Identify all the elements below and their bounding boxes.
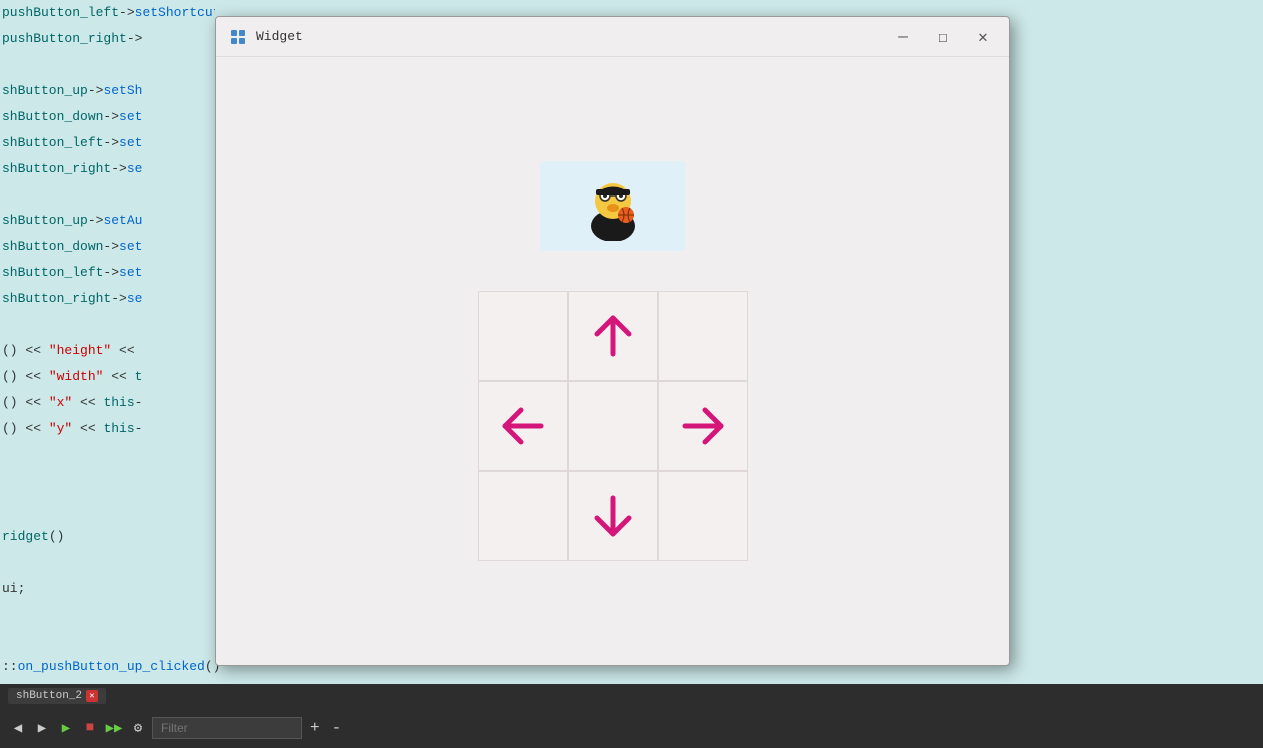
code-line-2: pushButton_right-> [0, 26, 215, 52]
direction-down-button[interactable] [568, 471, 658, 561]
run-button[interactable]: ▶ [56, 718, 76, 738]
widget-titlebar: Widget — ☐ ✕ [216, 17, 1009, 57]
tab-close-button[interactable]: ✕ [86, 690, 98, 702]
code-line-1: pushButton_left->setShortcut(QKeySequenc… [0, 0, 215, 26]
forward-button[interactable]: ▶ [32, 718, 52, 738]
code-line-14: () << "height" << [0, 338, 215, 364]
widget-app-icon [228, 27, 248, 47]
tab-bar: shButton_2 ✕ [0, 684, 1263, 708]
back-button[interactable]: ◀ [8, 718, 28, 738]
direction-center [568, 381, 658, 471]
direction-right-button[interactable] [658, 381, 748, 471]
filter-input[interactable] [152, 717, 302, 739]
direction-left-button[interactable] [478, 381, 568, 471]
code-line-b4 [0, 602, 215, 628]
code-line-13 [0, 312, 215, 338]
direction-empty-top-right [658, 291, 748, 381]
code-line-b5 [0, 628, 215, 654]
code-line-b1: ridget() [0, 524, 215, 550]
code-line-15: () << "width" << t [0, 364, 215, 390]
stop-button[interactable]: ■ [80, 718, 100, 738]
direction-empty-top-left [478, 291, 568, 381]
tab-label: shButton_2 [16, 690, 82, 702]
direction-empty-bottom-left [478, 471, 568, 561]
direction-up-button[interactable] [568, 291, 658, 381]
code-line-12: shButton_right->se [0, 286, 215, 312]
code-lines-bottom: ridget() ui; ::on_pushButton_up_clicked(… [0, 524, 215, 680]
window-controls: — ☐ ✕ [889, 23, 997, 51]
duck-avatar [578, 171, 648, 241]
widget-icon-svg [230, 29, 246, 45]
widget-content [216, 57, 1009, 665]
down-arrow-icon [587, 490, 639, 542]
maximize-button[interactable]: ☐ [929, 23, 957, 51]
code-line-b3: ui; [0, 576, 215, 602]
settings-button[interactable]: ⚙ [128, 718, 148, 738]
tab-item[interactable]: shButton_2 ✕ [8, 688, 106, 704]
code-line-9: shButton_up->setAu [0, 208, 215, 234]
avatar-container [540, 161, 685, 251]
build-button[interactable]: ▶▶ [104, 718, 124, 738]
code-line-b6: ::on_pushButton_up_clicked() [0, 654, 215, 680]
code-line-10: shButton_down->set [0, 234, 215, 260]
close-button[interactable]: ✕ [969, 23, 997, 51]
code-line-16: () << "x" << this- [0, 390, 215, 416]
code-line-11: shButton_left->set [0, 260, 215, 286]
right-arrow-icon [677, 400, 729, 452]
left-arrow-icon [497, 400, 549, 452]
code-line-8 [0, 182, 215, 208]
code-line-17: () << "y" << this- [0, 416, 215, 442]
direction-grid [478, 291, 748, 561]
widget-window: Widget — ☐ ✕ [215, 16, 1010, 666]
minimize-button[interactable]: — [889, 23, 917, 51]
bottom-toolbar: ◀ ▶ ▶ ■ ▶▶ ⚙ + - [0, 708, 1263, 748]
direction-empty-bottom-right [658, 471, 748, 561]
widget-title: Widget [256, 29, 889, 44]
code-line-7: shButton_right->se [0, 156, 215, 182]
code-line-6: shButton_left->set [0, 130, 215, 156]
code-line-3 [0, 52, 215, 78]
code-line-5: shButton_down->set [0, 104, 215, 130]
minus-button[interactable]: - [328, 719, 346, 737]
code-line-4: shButton_up->setSh [0, 78, 215, 104]
code-line-b2 [0, 550, 215, 576]
up-arrow-icon [587, 310, 639, 362]
plus-button[interactable]: + [306, 719, 324, 737]
